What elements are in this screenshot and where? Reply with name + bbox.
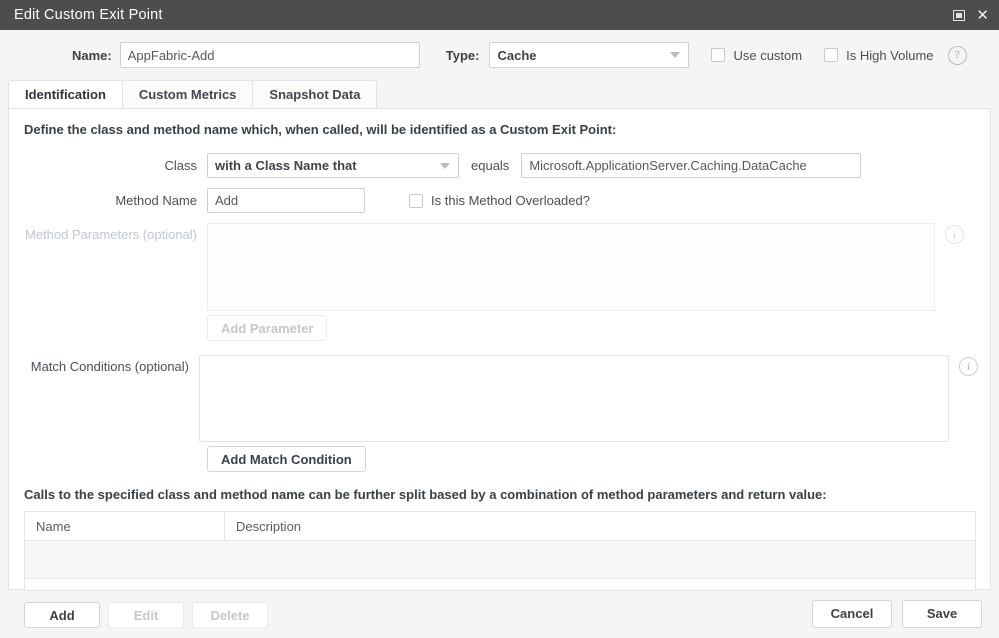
window-controls: ✕: [953, 8, 989, 23]
class-value-input[interactable]: [521, 153, 862, 178]
split-table: Name Description: [24, 511, 976, 591]
column-header-description[interactable]: Description: [225, 512, 975, 540]
edit-button[interactable]: Edit: [108, 602, 184, 628]
match-conditions-row: Match Conditions (optional) i: [21, 355, 978, 442]
window-title: Edit Custom Exit Point: [14, 7, 163, 23]
tab-bar: Identification Custom Metrics Snapshot D…: [0, 80, 999, 108]
type-select[interactable]: Cache: [489, 42, 690, 68]
method-name-label: Method Name: [115, 193, 197, 208]
tab-identification[interactable]: Identification: [8, 80, 123, 108]
class-match-type-select[interactable]: with a Class Name that: [207, 153, 459, 178]
split-note: Calls to the specified class and method …: [24, 487, 827, 502]
split-table-header: Name Description: [25, 512, 975, 541]
type-label: Type:: [445, 47, 480, 63]
section-title: Define the class and method name which, …: [24, 122, 617, 137]
is-high-volume-checkbox[interactable]: [824, 48, 839, 62]
match-conditions-list[interactable]: [199, 355, 949, 442]
restore-window-icon[interactable]: [953, 9, 966, 21]
table-empty-area: [25, 579, 975, 590]
is-high-volume-label: Is High Volume: [846, 47, 934, 63]
add-button[interactable]: Add: [24, 602, 100, 628]
method-overloaded-label: Is this Method Overloaded?: [431, 193, 590, 208]
use-custom-checkbox-wrap[interactable]: Use custom: [711, 48, 802, 63]
help-icon[interactable]: ?: [947, 45, 967, 65]
chevron-down-icon: [440, 162, 450, 169]
add-parameter-row: Add Parameter: [207, 315, 978, 341]
match-conditions-info-icon[interactable]: i: [959, 357, 978, 376]
type-select-value: Cache: [497, 47, 537, 63]
column-header-name[interactable]: Name: [25, 512, 225, 540]
tab-snapshot-data[interactable]: Snapshot Data: [252, 80, 378, 108]
class-row: Class with a Class Name that equals: [21, 153, 978, 178]
method-parameters-list[interactable]: [207, 223, 935, 311]
method-overloaded-checkbox-wrap[interactable]: Is this Method Overloaded?: [409, 193, 590, 208]
is-high-volume-checkbox-wrap[interactable]: Is High Volume: [824, 47, 934, 63]
window-titlebar: Edit Custom Exit Point ✕: [0, 0, 999, 30]
table-row[interactable]: [25, 541, 975, 579]
method-parameters-label: Method Parameters (optional): [25, 227, 197, 242]
class-label: Class: [164, 158, 197, 173]
name-label: Name:: [72, 47, 112, 63]
identification-panel: Define the class and method name which, …: [8, 108, 991, 628]
method-parameters-row: Method Parameters (optional) i: [21, 223, 978, 311]
split-table-buttons: Add Edit Delete: [24, 602, 978, 628]
chevron-down-icon: [670, 52, 681, 58]
delete-button[interactable]: Delete: [192, 602, 268, 628]
tab-custom-metrics[interactable]: Custom Metrics: [121, 80, 254, 108]
method-parameters-info-icon[interactable]: i: [945, 225, 964, 244]
add-match-condition-row: Add Match Condition: [207, 446, 978, 472]
add-match-condition-button[interactable]: Add Match Condition: [207, 446, 366, 472]
use-custom-checkbox[interactable]: [711, 48, 726, 62]
method-overloaded-checkbox[interactable]: [409, 193, 423, 208]
restore-window-glyph: [953, 9, 966, 21]
equals-label: equals: [471, 158, 510, 173]
close-icon[interactable]: ✕: [976, 8, 989, 23]
dialog-header-row: Name: Type: Cache Use custom Is High Vol…: [0, 30, 999, 80]
method-name-row: Method Name Is this Method Overloaded?: [21, 188, 978, 213]
use-custom-label: Use custom: [733, 47, 803, 63]
name-input[interactable]: [119, 42, 420, 68]
add-parameter-button[interactable]: Add Parameter: [207, 315, 328, 341]
match-conditions-label: Match Conditions (optional): [30, 359, 189, 374]
class-match-type-value: with a Class Name that: [215, 158, 357, 173]
method-name-input[interactable]: [207, 188, 365, 213]
